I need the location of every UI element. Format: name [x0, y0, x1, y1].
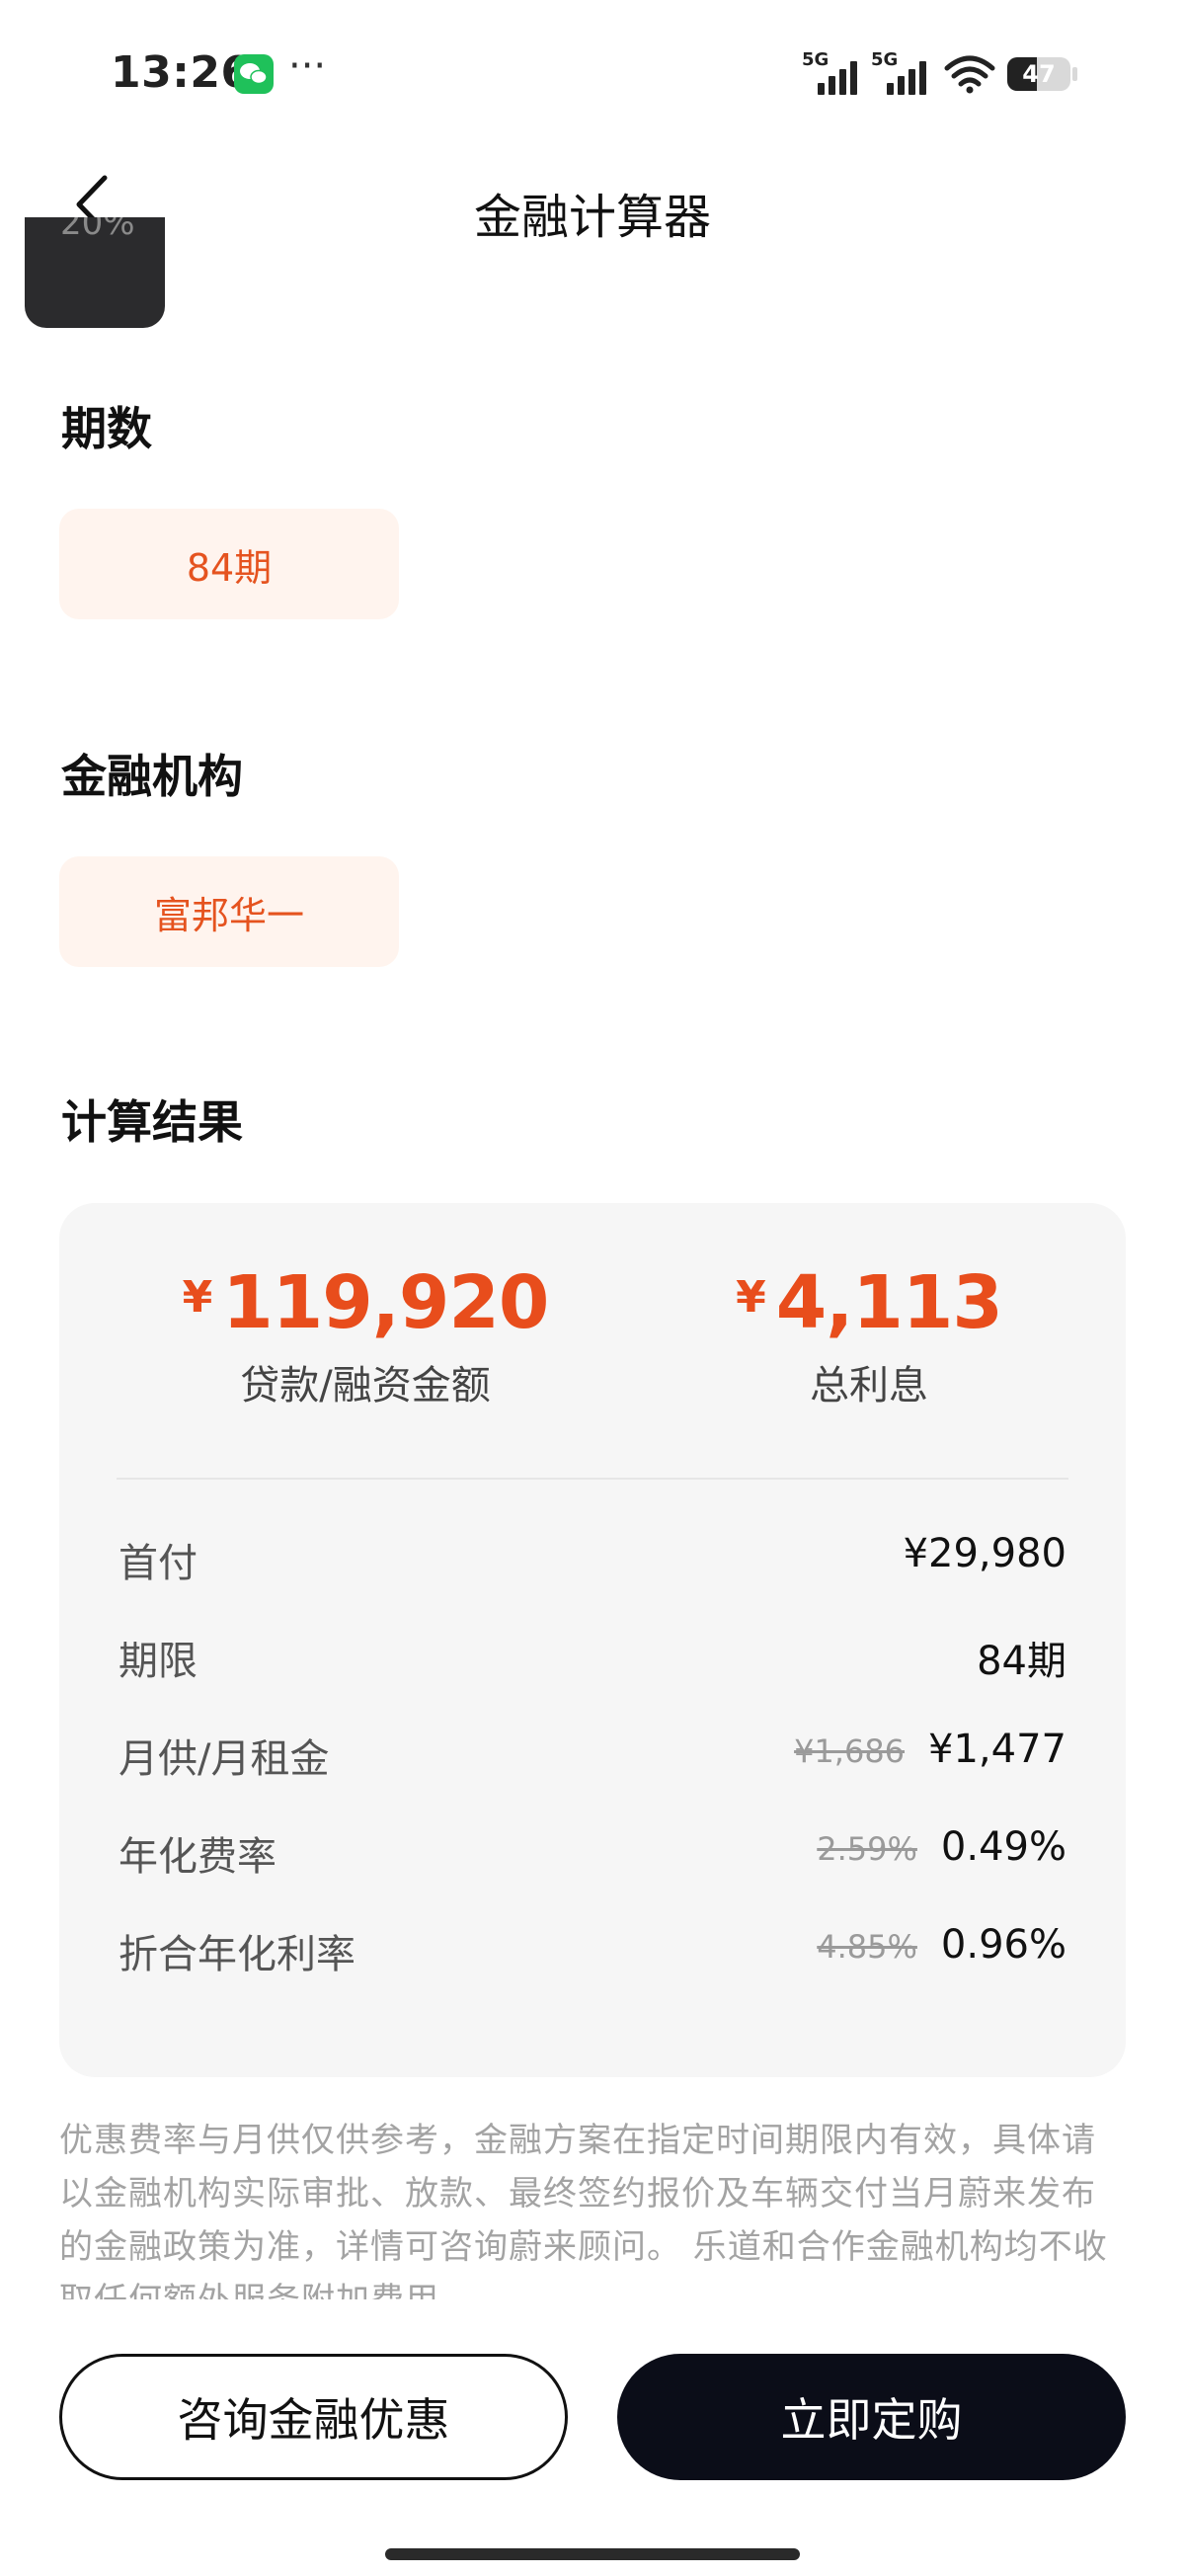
- original-value: 4.85%: [817, 1928, 917, 1966]
- status-bar: 13:26 ··· 5G 5G 47: [0, 0, 1185, 148]
- detail-row-term: 期限 84期: [118, 1629, 1066, 1688]
- detail-label: 期限: [118, 1639, 198, 1684]
- current-value: 0.96%: [940, 1922, 1066, 1968]
- signal-5g-icon-2: 5G: [871, 49, 930, 95]
- detail-row-annual-interest-rate: 折合年化利率 4.85% 0.96%: [118, 1922, 1066, 1981]
- signal-5g-icon: 5G: [802, 49, 861, 95]
- interest-amount-label: 总利息: [810, 1363, 928, 1409]
- current-value: 0.49%: [940, 1824, 1066, 1870]
- currency-symbol: ¥: [182, 1272, 213, 1323]
- interest-amount: ¥4,113: [672, 1260, 1066, 1345]
- institution-section-title: 金融机构: [61, 750, 243, 803]
- currency-symbol: ¥: [736, 1272, 766, 1323]
- interest-summary: ¥4,113 总利息: [672, 1260, 1066, 1410]
- detail-value: ¥1,686 ¥1,477: [794, 1727, 1066, 1772]
- wechat-icon: [234, 54, 274, 94]
- detail-label: 折合年化利率: [118, 1932, 356, 1977]
- consult-finance-button[interactable]: 咨询金融优惠: [59, 2354, 568, 2480]
- period-option-84[interactable]: 84期: [59, 509, 399, 619]
- loan-summary: ¥119,920 贷款/融资金额: [158, 1260, 573, 1410]
- loan-amount-label: 贷款/融资金额: [240, 1363, 491, 1409]
- detail-value: 4.85% 0.96%: [817, 1922, 1066, 1968]
- institution-option[interactable]: 富邦华一: [59, 856, 399, 967]
- battery-icon: 47: [1007, 57, 1070, 91]
- down-payment-option-chip[interactable]: 20%: [25, 217, 165, 328]
- battery-level: 47: [1022, 60, 1056, 88]
- loan-amount: ¥119,920: [158, 1260, 573, 1345]
- result-card: ¥119,920 贷款/融资金额 ¥4,113 总利息 首付 ¥29,980 期…: [59, 1203, 1126, 2077]
- loan-amount-value: 119,920: [222, 1260, 549, 1345]
- nav-bar: 金融计算器: [0, 148, 1185, 267]
- detail-label: 年化费率: [118, 1834, 276, 1880]
- current-value: ¥29,980: [903, 1531, 1066, 1576]
- more-dots-icon: ···: [288, 43, 327, 89]
- interest-amount-value: 4,113: [775, 1260, 1003, 1345]
- battery-tip: [1072, 67, 1077, 81]
- order-now-button[interactable]: 立即定购: [617, 2354, 1126, 2480]
- original-value: ¥1,686: [794, 1732, 906, 1770]
- current-value: 84期: [977, 1639, 1066, 1684]
- detail-value: 84期: [977, 1629, 1066, 1686]
- detail-row-monthly-payment: 月供/月租金 ¥1,686 ¥1,477: [118, 1727, 1066, 1786]
- page-title: 金融计算器: [473, 190, 711, 245]
- detail-value: ¥29,980: [904, 1531, 1066, 1576]
- detail-row-annual-fee-rate: 年化费率 2.59% 0.49%: [118, 1824, 1066, 1884]
- chip-label: 20%: [60, 217, 135, 243]
- disclaimer-text: 优惠费率与月供仅供参考，金融方案在指定时间期限内有效，具体请以金融机构实际审批、…: [59, 2121, 1108, 2299]
- detail-label: 月供/月租金: [118, 1736, 330, 1782]
- current-value: ¥1,477: [928, 1727, 1066, 1772]
- periods-section-title: 期数: [61, 402, 152, 455]
- wifi-icon: [943, 54, 996, 94]
- home-indicator[interactable]: [385, 2548, 800, 2560]
- status-time: 13:26: [111, 47, 252, 98]
- divider: [117, 1478, 1068, 1480]
- detail-value: 2.59% 0.49%: [817, 1824, 1066, 1870]
- original-value: 2.59%: [817, 1830, 917, 1868]
- detail-row-down-payment: 首付 ¥29,980: [118, 1531, 1066, 1590]
- result-section-title: 计算结果: [61, 1095, 243, 1149]
- detail-label: 首付: [118, 1541, 198, 1586]
